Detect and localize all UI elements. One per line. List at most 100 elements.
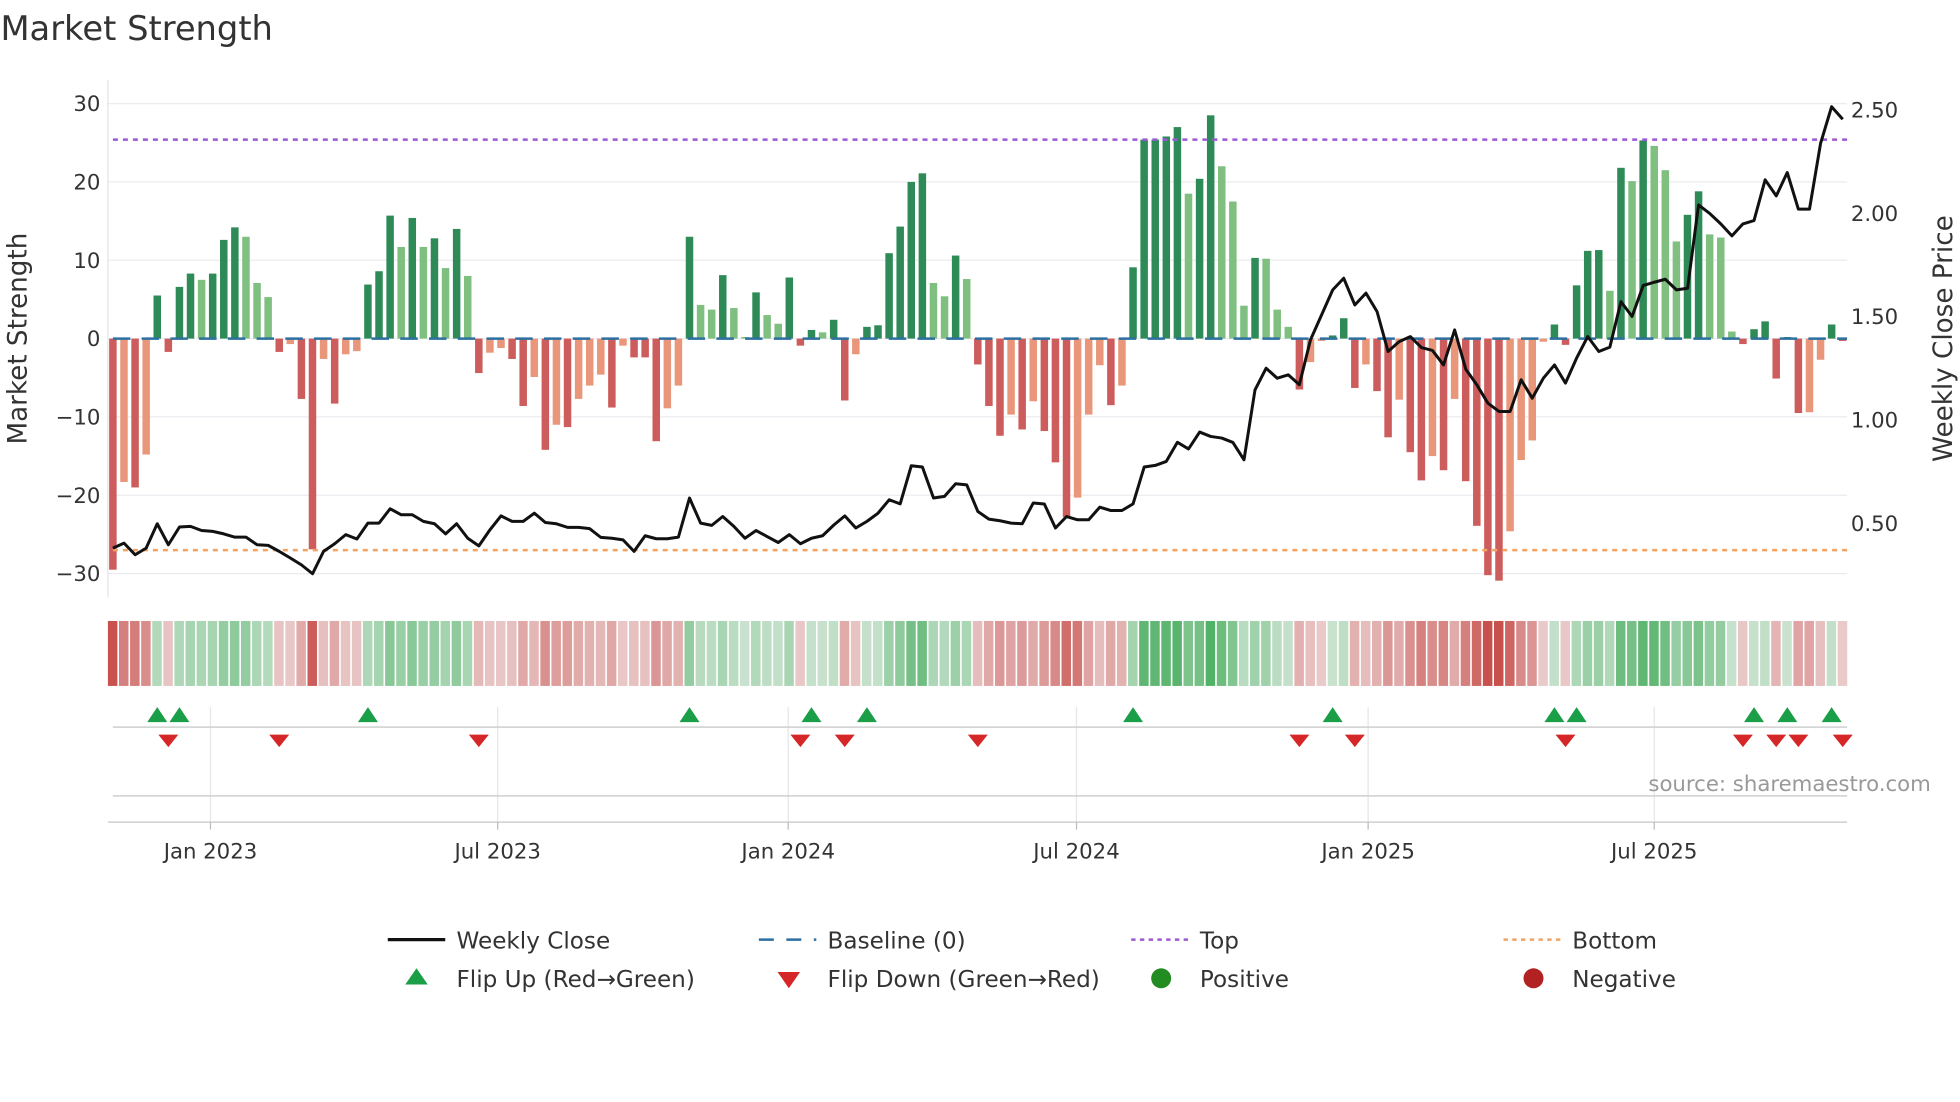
- strength-bar: [1528, 338, 1536, 441]
- strength-bar: [1450, 338, 1459, 399]
- heatmap-cell: [362, 620, 373, 686]
- heatmap-cell: [762, 620, 772, 686]
- strength-bar: [1362, 338, 1370, 365]
- heatmap-cell: [1427, 620, 1437, 686]
- heatmap-cell: [1749, 620, 1759, 686]
- heatmap-cell: [1726, 620, 1737, 686]
- heatmap-cell: [1460, 620, 1471, 686]
- strength-bar: [1018, 338, 1026, 430]
- heatmap-cell: [1760, 620, 1770, 686]
- strength-bar: [951, 255, 960, 339]
- heatmap-cell: [196, 620, 207, 686]
- flip-down-marker: [790, 734, 811, 748]
- strength-bar: [1406, 338, 1415, 453]
- strength-bar: [1206, 115, 1215, 339]
- heatmap-cell: [695, 620, 706, 686]
- heatmap-cell: [118, 620, 129, 686]
- strength-bar: [552, 338, 561, 425]
- strength-bar: [397, 246, 405, 339]
- heatmap-cell: [606, 620, 617, 686]
- heatmap-cell: [728, 620, 739, 686]
- y2-tick-label: 2.00: [1851, 202, 1898, 227]
- strength-bar: [1118, 338, 1126, 386]
- legend-label: Flip Up (Red→Green): [456, 967, 694, 993]
- strength-bar: [1140, 139, 1148, 339]
- strength-bar: [1506, 338, 1514, 532]
- strength-bar: [430, 238, 439, 339]
- strength-bar: [1517, 338, 1525, 461]
- strength-bar: [1816, 338, 1825, 360]
- heatmap-cell: [1582, 620, 1593, 686]
- strength-bar: [164, 338, 173, 352]
- strength-bar: [1218, 166, 1226, 339]
- strength-bar: [508, 338, 516, 359]
- strength-bar: [319, 338, 328, 359]
- heatmap-cell: [1638, 620, 1648, 686]
- heatmap-cell: [1627, 620, 1637, 686]
- strength-bar: [1595, 250, 1603, 339]
- legend-label: Negative: [1572, 967, 1676, 993]
- strength-bar: [419, 246, 428, 339]
- heatmap-cell: [1161, 620, 1171, 686]
- heatmap-cell: [462, 620, 473, 686]
- y-tick-label: −30: [56, 562, 101, 587]
- strength-bar: [996, 338, 1004, 436]
- heatmap-cell: [1238, 620, 1249, 686]
- heatmap-cell: [329, 620, 340, 686]
- strength-bar: [486, 338, 494, 353]
- strength-bar: [1705, 234, 1714, 339]
- strength-bar: [1473, 338, 1481, 526]
- heatmap-cell: [1793, 620, 1803, 686]
- flip-up-marker: [1322, 707, 1343, 723]
- heatmap-cell: [983, 620, 994, 686]
- strength-bar: [1583, 250, 1592, 339]
- strength-bar: [452, 228, 461, 339]
- flip-up-marker: [1777, 707, 1798, 723]
- strength-bar: [1750, 329, 1758, 339]
- y-tick-label: −20: [56, 484, 101, 509]
- heatmap-cell: [1449, 620, 1460, 686]
- strength-bar: [707, 309, 716, 339]
- heatmap-cell: [717, 620, 728, 686]
- heatmap-cell: [252, 620, 262, 686]
- x-tick-label: Jul 2025: [1609, 839, 1697, 864]
- heatmap-cell: [584, 620, 595, 686]
- heatmap-cell: [1826, 620, 1837, 686]
- heatmap-cell: [850, 620, 861, 686]
- heatmap-cell: [1527, 620, 1537, 686]
- legend-label: Bottom: [1572, 928, 1657, 954]
- heatmap-cell: [518, 620, 528, 686]
- heatmap-cell: [629, 620, 639, 686]
- strength-bar: [1539, 338, 1548, 342]
- strength-bar: [1129, 267, 1137, 339]
- strength-bar: [375, 271, 383, 339]
- heatmap-cell: [340, 620, 351, 686]
- strength-bar: [208, 273, 217, 339]
- heatmap-cell: [1516, 620, 1526, 686]
- heatmap-cell: [1283, 620, 1293, 686]
- strength-bar: [1373, 338, 1381, 392]
- strength-bar: [1495, 338, 1503, 581]
- heatmap-cell: [795, 620, 805, 686]
- strength-bar: [386, 215, 394, 339]
- x-tick-label: Jan 2024: [739, 839, 835, 864]
- heatmap-cell: [507, 620, 517, 686]
- strength-bar: [519, 338, 527, 406]
- strength-bar: [929, 282, 938, 339]
- y2-axis-label: Weekly Close Price: [1929, 215, 1959, 462]
- strength-bar: [1417, 338, 1426, 481]
- strength-bar: [1639, 140, 1647, 339]
- heatmap-cell: [274, 620, 284, 686]
- heatmap-cell: [240, 620, 251, 686]
- strength-bar: [541, 338, 550, 450]
- heatmap-cell: [1571, 620, 1582, 686]
- heatmap-cell: [1560, 620, 1571, 686]
- heatmap-cell: [684, 620, 695, 686]
- x-ticks: Jan 2023 Jul 2023 Jan 2024 Jul 2024 Jan 2025…: [162, 822, 1697, 864]
- flip-up-marker: [679, 707, 700, 723]
- y-tick-label: −10: [56, 405, 101, 430]
- flip-up-marker: [1566, 707, 1587, 723]
- heatmap-cell: [1704, 620, 1715, 686]
- heatmap-cell: [473, 620, 484, 686]
- strength-bar: [131, 338, 139, 488]
